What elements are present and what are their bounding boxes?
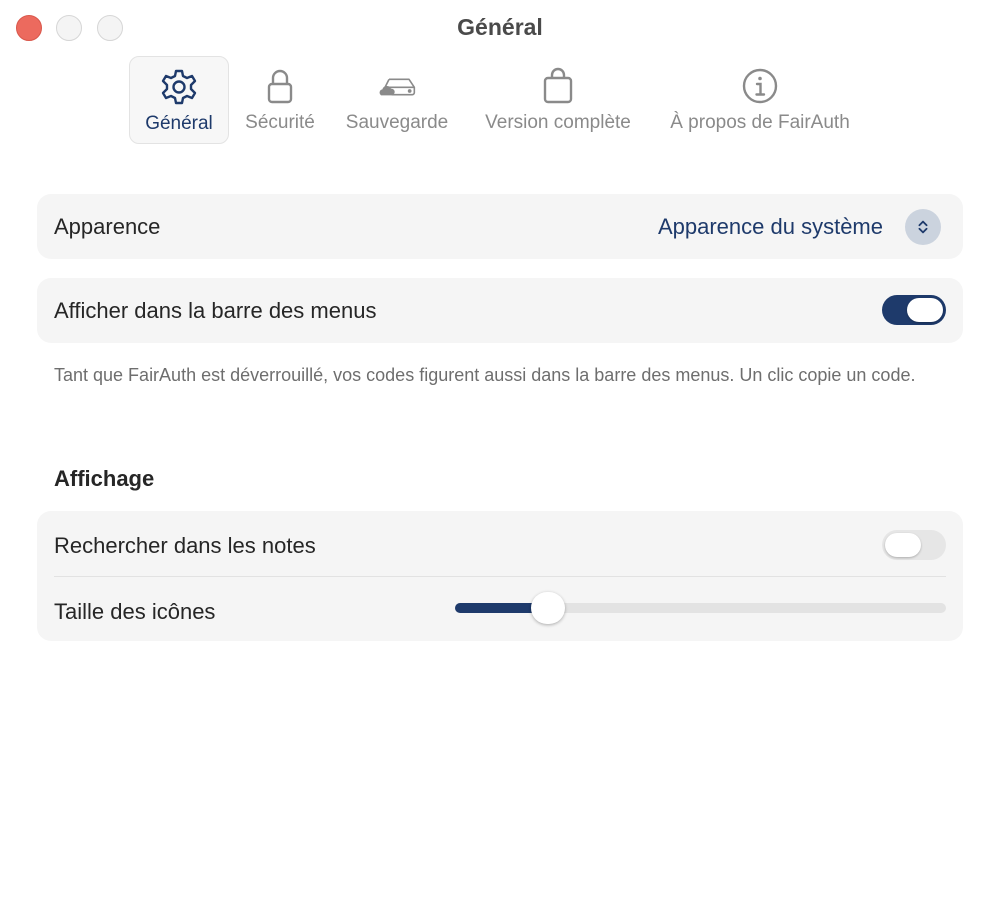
appearance-popup-button[interactable] <box>905 209 941 245</box>
search-notes-label: Rechercher dans les notes <box>54 533 316 558</box>
appearance-popup-value[interactable]: Apparence du système <box>658 214 883 240</box>
menubar-toggle[interactable] <box>882 295 946 325</box>
divider <box>54 576 946 577</box>
tab-securite-label: Sécurité <box>245 112 315 133</box>
cloud-drive-icon <box>377 66 417 106</box>
display-group: Rechercher dans les notes Taille des icô… <box>37 511 963 641</box>
slider-thumb[interactable] <box>531 592 566 624</box>
tab-sauvegarde[interactable]: Sauvegarde <box>338 56 456 144</box>
toggle-knob <box>907 298 943 322</box>
window-title: Général <box>457 14 543 40</box>
appearance-row: Apparence Apparence du système <box>37 194 963 259</box>
icon-size-slider[interactable] <box>455 592 946 624</box>
icon-size-label: Taille des icônes <box>54 599 216 624</box>
menubar-label: Afficher dans la barre des menus <box>54 298 377 323</box>
shopping-bag-icon <box>538 66 578 106</box>
tab-sauvegarde-label: Sauvegarde <box>345 112 449 133</box>
chevron-up-down-icon <box>918 220 928 234</box>
tab-a-propos[interactable]: À propos de FairAuth <box>658 56 862 144</box>
toggle-knob <box>885 533 921 557</box>
tab-version-complete[interactable]: Version complète <box>472 56 644 144</box>
tab-securite[interactable]: Sécurité <box>236 56 324 144</box>
tab-general[interactable]: Général <box>129 56 229 144</box>
menubar-row: Afficher dans la barre des menus <box>37 278 963 343</box>
gear-icon <box>159 67 199 107</box>
menubar-footnote: Tant que FairAuth est déverrouillé, vos … <box>54 365 916 385</box>
display-section-title: Affichage <box>54 466 155 491</box>
tab-apropos-label: À propos de FairAuth <box>670 112 850 133</box>
tab-general-label: Général <box>145 113 213 134</box>
preferences-toolbar: Général Sécurité Sauvegarde Version comp… <box>0 56 1000 146</box>
lock-icon <box>260 66 300 106</box>
tab-version-label: Version complète <box>485 112 631 133</box>
appearance-label: Apparence <box>54 214 161 239</box>
info-icon <box>740 66 780 106</box>
title-bar: Général <box>0 0 1000 56</box>
search-notes-toggle[interactable] <box>882 530 946 560</box>
